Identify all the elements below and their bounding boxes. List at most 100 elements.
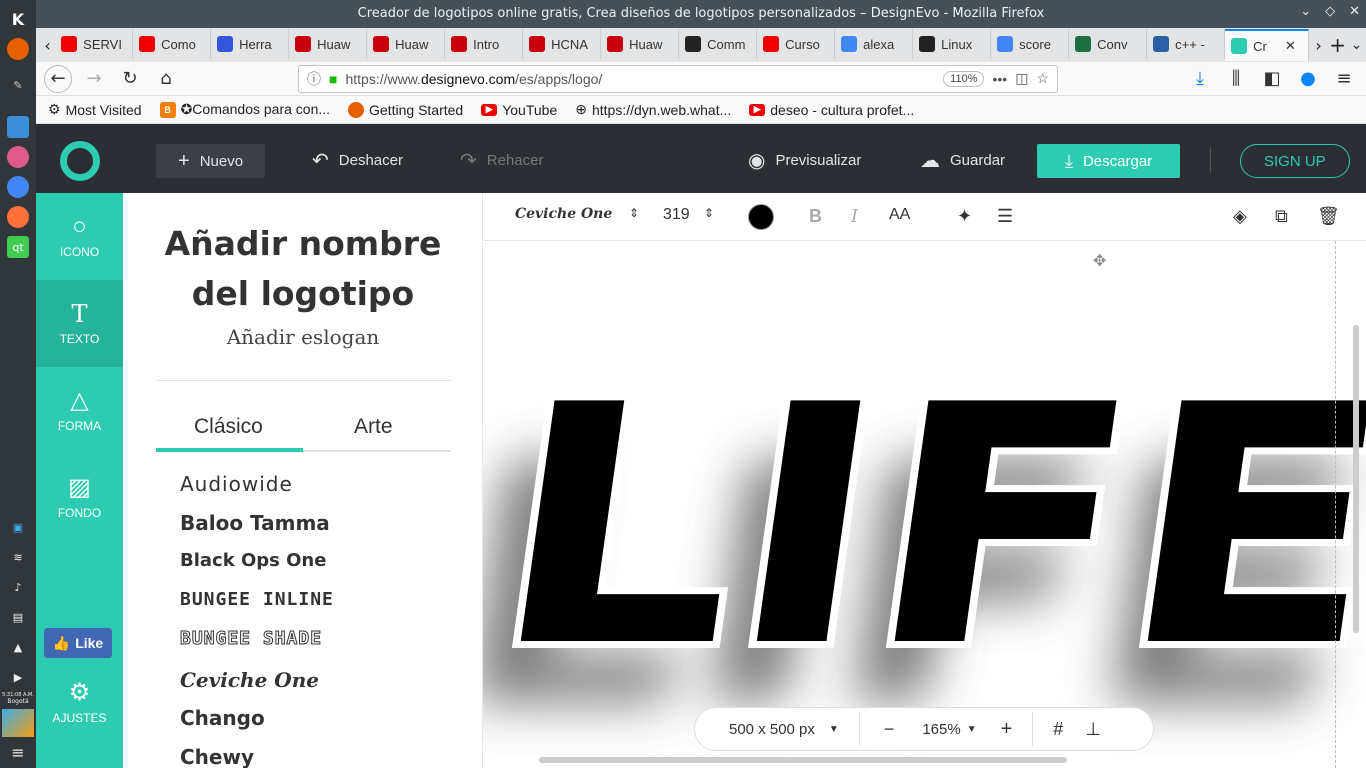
color-swatch[interactable] [748,204,774,230]
browser-tab[interactable]: alexa [835,29,914,59]
deshacer-button[interactable]: ↶ Deshacer [312,128,403,193]
font-item-audiowide[interactable]: Audiowide [180,472,293,496]
zoom-in-icon[interactable]: + [1001,718,1013,741]
sidebar-item-forma[interactable]: △ FORMA [36,367,123,454]
maximize-icon[interactable]: ◇ [1325,4,1335,19]
sidebar-item-ajustes[interactable]: ⚙ AJUSTES [36,681,123,726]
font-size-input[interactable]: 319 [663,206,690,224]
delete-icon[interactable]: 🗑 [1317,206,1340,227]
back-icon[interactable]: ← [44,64,72,93]
close-window-icon[interactable]: ✕ [1349,4,1360,19]
duplicate-icon[interactable]: ⧉ [1275,206,1288,227]
slogan-input[interactable]: Añadir eslogan [123,325,482,349]
download-icon[interactable]: ⤓ [1186,65,1214,93]
case-button[interactable]: AA [889,206,910,224]
browser-tab[interactable]: Comm [679,29,758,59]
bookmark-whatsapp[interactable]: ⊕ https://dyn.web.what... [575,101,731,118]
sidebar-item-fondo[interactable]: ▨ FONDO [36,454,123,541]
font-item-ceviche-one[interactable]: Ceviche One [180,668,319,692]
sidebar-item-texto[interactable]: T TEXTO [36,280,123,367]
reload-icon[interactable]: ↻ [116,65,144,93]
bookmark-comandos[interactable]: B ✪Comandos para con... [159,101,330,118]
app-icon[interactable] [7,146,29,168]
bookmark-getting-started[interactable]: Getting Started [348,101,463,118]
descargar-button[interactable]: ⤓ Descargar [1037,144,1181,178]
qt-icon[interactable]: qt [7,236,29,258]
expand-icon[interactable]: ▶ [7,666,29,688]
font-select[interactable]: Ceviche One [515,206,612,222]
browser-tab[interactable]: Curso [757,29,836,59]
bookmark-star-icon[interactable]: ☆ [1036,70,1049,87]
logo-text[interactable]: LIFE [483,329,1366,727]
page-actions-icon[interactable]: ••• [992,71,1007,87]
forward-icon[interactable]: → [80,65,108,93]
pocket-icon[interactable]: ◫ [1015,70,1028,87]
browser-tab[interactable]: SERVI [55,29,134,59]
url-bar[interactable]: ⓘ ■ https://www.designevo.com/es/apps/lo… [298,64,1058,93]
close-tab-icon[interactable]: ✕ [1285,38,1296,54]
nuevo-button[interactable]: + Nuevo [156,144,266,178]
bold-button[interactable]: B [809,206,822,227]
extension-icon[interactable]: ● [1294,65,1322,93]
tabs-scroll-right-icon[interactable]: › [1309,36,1328,55]
vertical-scrollbar[interactable] [1353,325,1359,633]
files-icon[interactable] [7,116,29,138]
new-tab-icon[interactable]: + [1328,33,1347,57]
info-icon[interactable]: ⓘ [307,69,321,89]
font-size-arrows-icon[interactable]: ⇕ [704,206,714,220]
pin-icon[interactable]: ✎ [7,74,29,96]
zoom-level[interactable]: 165% [922,721,960,738]
browser-tab[interactable]: Como [133,29,212,59]
menu-icon[interactable]: ≡ [11,743,24,762]
signup-button[interactable]: SIGN UP [1240,144,1350,178]
bookmark-deseo[interactable]: ▶ deseo - cultura profet... [749,102,914,118]
sidebar-item-icono[interactable]: ○ ICONO [36,193,123,280]
url-text[interactable]: https://www.designevo.com/es/apps/logo/ [345,71,935,87]
grid-icon[interactable]: # [1053,719,1063,740]
chrome-icon[interactable] [7,176,29,198]
designevo-logo[interactable] [60,140,100,181]
font-item-black-ops-one[interactable]: Black Ops One [180,550,326,571]
font-item-chewy[interactable]: Chewy [180,745,254,768]
canvas-size-select[interactable]: 500 x 500 px [729,721,815,738]
hamburger-menu-icon[interactable]: ≡ [1330,65,1358,93]
browser-tab[interactable]: Cr ✕ [1225,29,1310,61]
browser-tab[interactable]: Huaw [289,29,368,59]
chat-icon[interactable]: ▣ [7,516,29,538]
horizontal-scrollbar[interactable] [539,757,1067,763]
line-spacing-icon[interactable]: ☰ [997,206,1013,227]
browser-tab[interactable]: score [991,29,1070,59]
browser-tab[interactable]: HCNA [523,29,602,59]
font-item-bungee-inline[interactable]: BUNGEE INLINE [180,589,334,610]
rehacer-button[interactable]: ↷ Rehacer [460,128,543,193]
layers-icon[interactable]: ◈ [1233,206,1247,227]
browser-tab[interactable]: c++ - [1147,29,1226,59]
zoom-badge[interactable]: 110% [943,70,985,87]
tab-clasico[interactable]: Clásico [194,415,263,439]
bookmark-most-visited[interactable]: ⚙ Most Visited [48,101,142,118]
move-handle-icon[interactable]: ✥ [1093,251,1106,270]
bookmark-youtube[interactable]: ▶ YouTube [481,102,557,118]
home-icon[interactable]: ⌂ [152,65,180,93]
sidebar-toggle-icon[interactable]: ◧ [1258,65,1286,93]
effects-wand-icon[interactable]: ✦ [957,206,972,227]
kde-menu-icon[interactable]: K [7,8,29,30]
tab-list-icon[interactable]: ⌄ [1347,37,1366,53]
chevron-down-icon[interactable]: ▼ [967,724,977,735]
italic-button[interactable]: I [851,206,858,227]
desktop-thumbnail[interactable] [2,709,34,737]
browser-tab[interactable]: Intro [445,29,524,59]
wifi-icon[interactable]: ≋ [7,546,29,568]
logo-name-input[interactable]: Añadir nombre del logotipo [123,219,482,319]
tab-arte[interactable]: Arte [354,415,393,439]
browser-tab[interactable]: Huaw [601,29,680,59]
volume-icon[interactable]: ♪ [7,576,29,598]
font-select-arrows-icon[interactable]: ⇕ [629,206,639,220]
font-item-baloo-tamma[interactable]: Baloo Tamma [180,511,330,535]
lock-icon[interactable]: ▲ [7,636,29,658]
chevron-down-icon[interactable]: ▼ [829,724,839,735]
zoom-out-icon[interactable]: − [884,719,895,740]
logo-canvas[interactable]: LIFE LIFE ✥ [483,241,1366,768]
browser-tab[interactable]: Conv [1069,29,1148,59]
previsualizar-button[interactable]: ◉ Previsualizar [748,128,861,193]
